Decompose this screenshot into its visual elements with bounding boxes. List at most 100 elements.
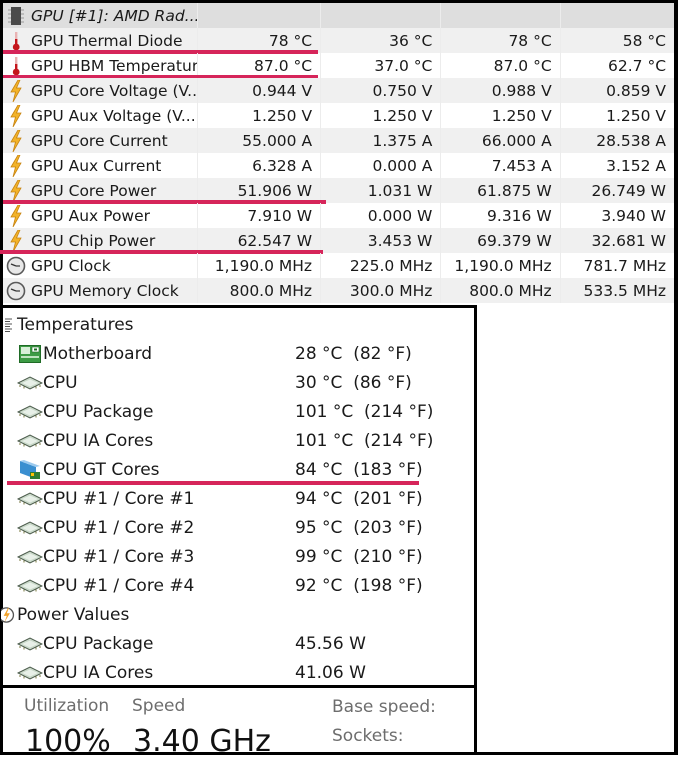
sensor-tree-item[interactable]: CPU Package 45.56 W	[3, 629, 474, 658]
sensor-name-cell: GPU Core Voltage (V...	[3, 78, 197, 103]
sensor-name-cell: GPU Aux Voltage (V...	[3, 103, 197, 128]
sensor-item-value: 92 °C (198 °F)	[295, 575, 423, 596]
sensor-min: 1.375 A	[320, 128, 440, 153]
sensor-avg: 32.681 W	[559, 228, 674, 253]
gpu-sensor-row[interactable]: GPU Clock 1,190.0 MHz 225.0 MHz 1,190.0 MHz…	[3, 253, 674, 278]
lightning-icon	[5, 79, 27, 102]
sensor-tree-item[interactable]: CPU #1 / Core #1 94 °C (201 °F)	[3, 484, 474, 513]
sensor-tree-item[interactable]: CPU IA Cores 101 °C (214 °F)	[3, 426, 474, 455]
cpu-chip-icon	[17, 401, 43, 423]
sensor-name-cell: GPU Aux Power	[3, 203, 197, 228]
cpu-chip-icon	[17, 662, 43, 684]
sensor-max: 0.988 V	[440, 78, 559, 103]
sensor-group-header[interactable]: Temperatures	[3, 310, 474, 339]
sensor-item-name: CPU	[43, 372, 78, 393]
sensor-item-name: CPU #1 / Core #2	[43, 517, 195, 538]
sockets-label: Sockets:	[332, 726, 404, 746]
sensor-avg: 3.940 W	[559, 203, 674, 228]
sensor-item-name: CPU #1 / Core #4	[43, 575, 195, 596]
sensor-min: 3.453 W	[320, 228, 440, 253]
cpu-chip-icon	[17, 517, 43, 539]
power-group-icon	[1, 604, 17, 626]
sensor-item-value: 101 °C (214 °F)	[295, 430, 434, 451]
sensor-tree-item[interactable]: CPU IA Cores 41.06 W	[3, 658, 474, 687]
sensor-current: 800.0 MHz	[196, 278, 320, 303]
sensor-current: 55.000 A	[196, 128, 320, 153]
cpu-chip-icon	[17, 546, 43, 568]
sensor-avg: 0.859 V	[559, 78, 674, 103]
speed-label: Speed	[132, 696, 186, 716]
sensor-min: 1.031 W	[320, 178, 440, 203]
cpu-chip-icon	[17, 430, 43, 452]
sensor-tree-item[interactable]: CPU GT Cores 84 °C (183 °F)	[3, 455, 474, 484]
gpu-sensor-row[interactable]: GPU Memory Clock 800.0 MHz 300.0 MHz 800.0 …	[3, 278, 674, 303]
sensor-tree-item[interactable]: CPU #1 / Core #2 95 °C (203 °F)	[3, 513, 474, 542]
lightning-icon	[5, 154, 27, 177]
lightning-icon	[5, 229, 27, 252]
sensor-tree-item[interactable]: CPU #1 / Core #3 99 °C (210 °F)	[3, 542, 474, 571]
sensor-name-cell: GPU Aux Current	[3, 153, 197, 178]
sensor-max: 69.379 W	[440, 228, 559, 253]
sensor-tree-item[interactable]: Motherboard 28 °C (82 °F)	[3, 339, 474, 368]
cpu-chip-icon	[17, 488, 43, 510]
sensor-tree-item[interactable]: CPU 30 °C (86 °F)	[3, 368, 474, 397]
lightning-icon	[5, 104, 27, 127]
gpu-sensor-row[interactable]: GPU Core Voltage (V... 0.944 V 0.750 V 0.98…	[3, 78, 674, 103]
sensor-name: GPU Aux Current	[31, 156, 162, 175]
gpu-sensor-table: GPU [#1]: AMD Rad... GPU Thermal Diode 78…	[0, 0, 678, 305]
sensor-max: 87.0 °C	[440, 53, 559, 78]
sensor-avg: 28.538 A	[559, 128, 674, 153]
sensor-tree-item[interactable]: CPU #1 / Core #4 92 °C (198 °F)	[3, 571, 474, 600]
sensor-min: 36 °C	[320, 28, 440, 53]
thermometer-icon	[5, 30, 27, 52]
sensor-max: 66.000 A	[440, 128, 559, 153]
sensor-name-cell: GPU Memory Clock	[3, 278, 197, 303]
sensor-max: 61.875 W	[440, 178, 559, 203]
sensor-item-value: 94 °C (201 °F)	[295, 488, 423, 509]
gpu-device-header-row[interactable]: GPU [#1]: AMD Rad...	[3, 3, 674, 28]
sensor-tree-item[interactable]: CPU Package 101 °C (214 °F)	[3, 397, 474, 426]
sensor-max: 7.453 A	[440, 153, 559, 178]
sensor-avg: 533.5 MHz	[559, 278, 674, 303]
sensor-item-value: 30 °C (86 °F)	[295, 372, 412, 393]
sensor-item-value: 101 °C (214 °F)	[295, 401, 434, 422]
lightning-icon	[5, 204, 27, 227]
sensor-item-name: CPU #1 / Core #1	[43, 488, 195, 509]
sensor-max: 78 °C	[440, 28, 559, 53]
gpu-sensor-row[interactable]: GPU Aux Current 6.328 A 0.000 A 7.453 A 3.15…	[3, 153, 674, 178]
sensor-avg: 58 °C	[559, 28, 674, 53]
sensor-name: GPU Aux Voltage (V...	[31, 106, 196, 125]
sensor-item-name: CPU GT Cores	[43, 459, 160, 480]
gpu-sensor-row[interactable]: GPU Aux Power 7.910 W 0.000 W 9.316 W 3.940 …	[3, 203, 674, 228]
sensor-min: 0.000 W	[320, 203, 440, 228]
sensor-current: 7.910 W	[196, 203, 320, 228]
clock-icon	[5, 255, 27, 277]
thermometer-icon	[5, 55, 27, 77]
sensor-item-name: CPU Package	[43, 633, 154, 654]
sensor-item-name: CPU Package	[43, 401, 154, 422]
gpu-sensor-row[interactable]: GPU Aux Voltage (V... 1.250 V 1.250 V 1.250…	[3, 103, 674, 128]
sensor-item-name: CPU IA Cores	[43, 430, 154, 451]
sensor-max: 800.0 MHz	[440, 278, 559, 303]
blank-area	[477, 305, 678, 755]
sensor-item-name: CPU IA Cores	[43, 662, 154, 683]
sensor-name-cell: GPU Clock	[3, 253, 197, 278]
gpu-device-header: GPU [#1]: AMD Rad...	[3, 3, 197, 28]
sensor-item-value: 41.06 W	[295, 662, 366, 683]
sensor-item-value: 84 °C (183 °F)	[295, 459, 423, 480]
sensor-group-label: Power Values	[17, 604, 130, 625]
base-speed-label: Base speed:	[332, 697, 436, 717]
sensor-avg: 26.749 W	[559, 178, 674, 203]
motherboard-icon	[17, 343, 43, 365]
sensor-max: 1.250 V	[440, 103, 559, 128]
sensor-max: 9.316 W	[440, 203, 559, 228]
task-manager-cpu-stats: Utilization 100% Speed 3.40 GHz Base spe…	[0, 685, 477, 759]
utilization-label: Utilization	[24, 696, 110, 716]
lightning-icon	[5, 129, 27, 152]
sensor-group-header[interactable]: Power Values	[1, 600, 474, 629]
sensor-current: 1,190.0 MHz	[196, 253, 320, 278]
sensor-tree: Temperatures Motherboard 28 °C (82 °F) CPU 3…	[0, 305, 477, 685]
cpu-chip-icon	[17, 372, 43, 394]
gpu-sensor-row[interactable]: GPU Core Current 55.000 A 1.375 A 66.000 A2…	[3, 128, 674, 153]
sensor-avg: 62.7 °C	[559, 53, 674, 78]
